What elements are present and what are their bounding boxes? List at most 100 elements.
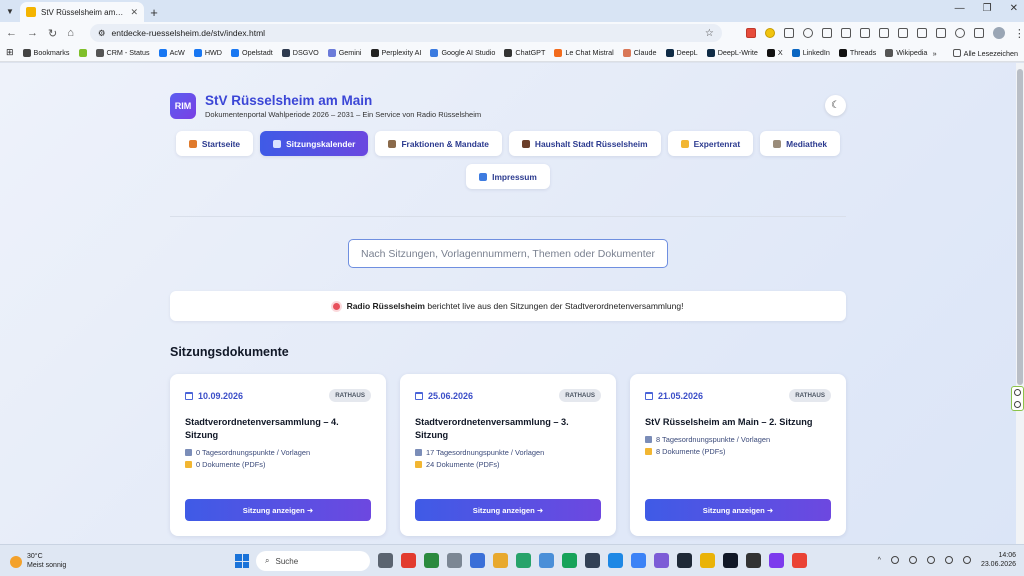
bookmark-favicon-icon — [370, 48, 379, 57]
more-bookmarks-icon[interactable]: » — [933, 49, 937, 58]
minimize-icon[interactable]: — — [955, 3, 965, 14]
downloads-icon[interactable] — [935, 28, 946, 38]
taskbar-app-icon[interactable] — [401, 553, 416, 568]
bookmark-item[interactable]: Bookmarks — [22, 48, 70, 57]
bookmark-item[interactable]: DeepL-Write — [706, 48, 758, 57]
taskbar-app-icon[interactable] — [631, 553, 646, 568]
taskbar-app-icon[interactable] — [539, 553, 554, 568]
bookmark-item[interactable]: Opelstadt — [230, 48, 273, 57]
apps-grid-icon[interactable]: ⊞ — [6, 47, 14, 58]
site-info-icon[interactable]: ⚙ — [98, 28, 106, 39]
taskbar-app-icon[interactable] — [516, 553, 531, 568]
taskbar-app-icon[interactable] — [746, 553, 761, 568]
bookmark-item[interactable]: DSGVO — [281, 48, 319, 57]
nav-fraktionen-mandate[interactable]: Fraktionen & Mandate — [375, 131, 502, 156]
dark-mode-toggle-icon[interactable]: ☾ — [825, 95, 846, 116]
favorites-icon[interactable] — [916, 28, 927, 38]
weather-widget[interactable]: 30°C Meist sonnig — [10, 553, 66, 571]
scrollbar-thumb[interactable] — [1017, 69, 1023, 385]
taskbar-app-icon[interactable] — [769, 553, 784, 568]
bookmark-item[interactable] — [78, 48, 87, 57]
show-session-button[interactable]: Sitzung anzeigen ➜ — [415, 499, 601, 521]
taskbar-app-icon[interactable] — [723, 553, 738, 568]
bookmark-item[interactable]: Google AI Studio — [430, 48, 495, 57]
profile-avatar-icon[interactable] — [992, 27, 1005, 39]
taskbar-clock[interactable]: 14:06 23.06.2026 — [981, 551, 1016, 569]
taskbar-app-icon[interactable] — [700, 553, 715, 568]
extension-icon[interactable] — [764, 28, 775, 38]
nav-mediathek[interactable]: Mediathek — [760, 131, 841, 156]
link-icon[interactable] — [878, 28, 889, 38]
bookmark-item[interactable]: DeepL — [665, 48, 698, 57]
bookmark-item[interactable]: Gemini — [327, 48, 362, 57]
extension-icon[interactable] — [840, 28, 851, 38]
bookmark-item[interactable]: Claude — [622, 48, 657, 57]
taskbar-app-icon[interactable] — [792, 553, 807, 568]
tray-chevron-icon[interactable]: ^ — [878, 557, 881, 564]
nav-sitzungskalender[interactable]: Sitzungskalender — [260, 131, 369, 156]
tab-search-icon[interactable]: ▼ — [0, 0, 20, 22]
nav-haushalt-stadt-rüsselsheim[interactable]: Haushalt Stadt Rüsselsheim — [508, 131, 661, 156]
microphone-icon[interactable] — [908, 556, 917, 565]
bookmark-item[interactable]: ChatGPT — [504, 48, 545, 57]
back-icon[interactable]: ← — [6, 27, 17, 39]
wifi-icon[interactable] — [926, 556, 935, 565]
reload-icon[interactable]: ↻ — [48, 27, 57, 40]
extension-icon[interactable] — [802, 28, 813, 38]
menu-dots-icon[interactable]: ⋮ — [1014, 27, 1024, 40]
page-scrollbar[interactable] — [1016, 63, 1024, 544]
close-circle-icon[interactable] — [1014, 389, 1021, 397]
history-icon[interactable] — [954, 28, 965, 38]
bookmark-item[interactable]: HWD — [193, 48, 222, 57]
taskbar-app-icon[interactable] — [562, 553, 577, 568]
taskbar-search[interactable]: ⌕ Suche — [256, 551, 370, 571]
taskbar-app-icon[interactable] — [447, 553, 462, 568]
maximize-icon[interactable]: ❐ — [983, 3, 992, 14]
site-logo[interactable]: RIM — [170, 93, 196, 119]
extensions-puzzle-icon[interactable] — [783, 28, 794, 38]
bookmark-item[interactable]: AcW — [158, 48, 185, 57]
tray-app-icon[interactable] — [890, 556, 899, 565]
show-session-button[interactable]: Sitzung anzeigen ➜ — [185, 499, 371, 521]
search-input[interactable] — [348, 239, 668, 268]
volume-icon[interactable] — [944, 556, 953, 565]
taskbar-app-icon[interactable] — [470, 553, 485, 568]
browser-tab-active[interactable]: StV Rüsselsheim am Main – Dokumentenport… — [20, 2, 144, 22]
nav-impressum[interactable]: Impressum — [466, 164, 550, 189]
taskbar-app-icon[interactable] — [378, 553, 393, 568]
sidebar-icon[interactable] — [973, 28, 984, 38]
nav-expertenrat[interactable]: Expertenrat — [667, 131, 754, 156]
extension-icon[interactable] — [745, 28, 756, 38]
edge-widget-icon[interactable] — [1014, 400, 1021, 408]
forward-icon[interactable]: → — [27, 27, 38, 39]
floating-side-widget[interactable] — [1011, 386, 1024, 411]
print-icon[interactable] — [821, 28, 832, 38]
all-bookmarks-folder[interactable]: Alle Lesezeichen — [952, 49, 1018, 58]
bookmark-star-icon[interactable]: ☆ — [705, 28, 714, 39]
close-window-icon[interactable]: ✕ — [1010, 3, 1018, 14]
show-session-button[interactable]: Sitzung anzeigen ➜ — [645, 499, 831, 521]
taskbar-app-icon[interactable] — [493, 553, 508, 568]
bookmark-item[interactable]: CRM - Status — [95, 48, 150, 57]
bookmark-item[interactable]: Wikipedia — [885, 48, 927, 57]
home-icon[interactable]: ⌂ — [67, 27, 74, 39]
bookmark-item[interactable]: LinkedIn — [791, 48, 830, 57]
qr-icon[interactable] — [859, 28, 870, 38]
tab-close-icon[interactable]: ✕ — [130, 7, 138, 18]
taskbar-app-icon[interactable] — [677, 553, 692, 568]
bookmark-label: HWD — [204, 48, 222, 57]
bookmark-item[interactable]: Le Chat Mistral — [554, 48, 614, 57]
bookmark-item[interactable]: Perplexity AI — [370, 48, 421, 57]
taskbar-app-icon[interactable] — [654, 553, 669, 568]
extension-icon[interactable] — [897, 28, 908, 38]
bookmark-item[interactable]: X — [766, 48, 783, 57]
bookmark-item[interactable]: Threads — [838, 48, 876, 57]
taskbar-app-icon[interactable] — [424, 553, 439, 568]
taskbar-app-icon[interactable] — [608, 553, 623, 568]
nav-startseite[interactable]: Startseite — [175, 131, 254, 156]
battery-icon[interactable] — [962, 556, 971, 565]
address-bar[interactable]: ⚙ entdecke-ruesselsheim.de/stv/index.htm… — [89, 24, 722, 42]
new-tab-icon[interactable]: + — [144, 2, 164, 22]
windows-start-icon[interactable] — [235, 554, 249, 568]
taskbar-app-icon[interactable] — [585, 553, 600, 568]
